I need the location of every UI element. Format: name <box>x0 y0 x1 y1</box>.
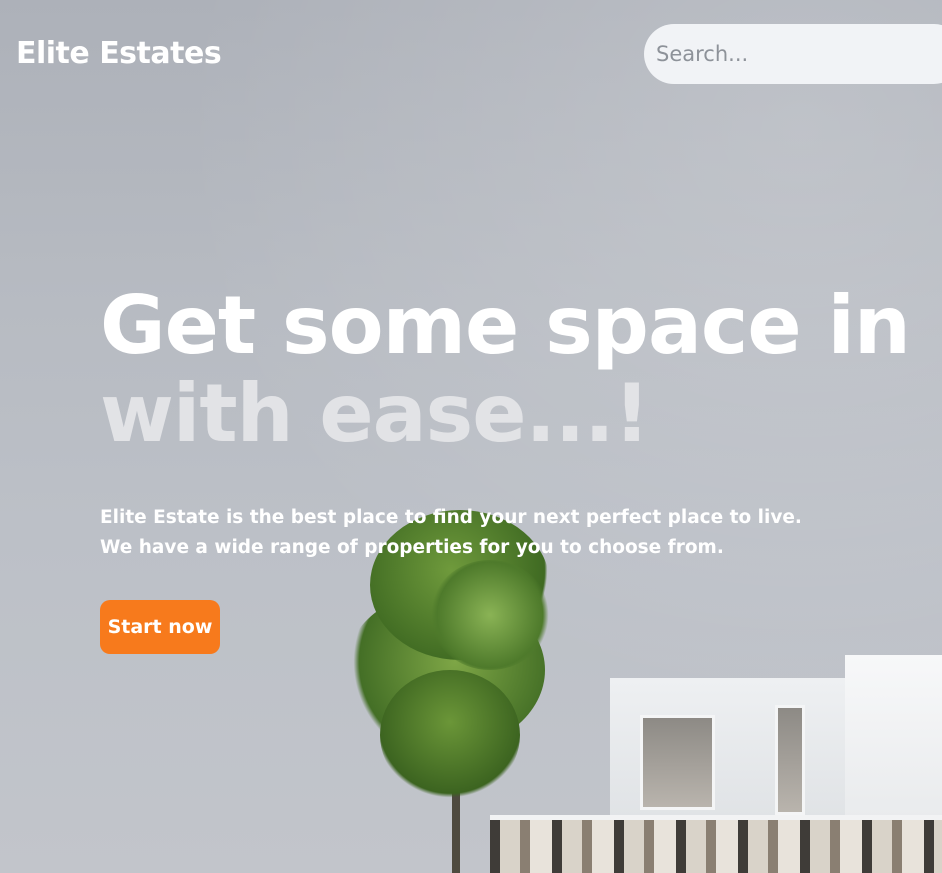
headline-line-1: Get some space in 2 <box>100 279 942 372</box>
description-line-2: We have a wide range of properties for y… <box>100 537 724 558</box>
tree-foliage <box>380 670 520 800</box>
hero-section: Elite Estates Get some space in 2 with e… <box>0 0 942 873</box>
building-block <box>845 655 942 830</box>
description-line-1: Elite Estate is the best place to find y… <box>100 507 802 528</box>
headline-line-2: with ease...! <box>100 367 650 460</box>
search-input[interactable] <box>656 42 936 66</box>
hero-description: Elite Estate is the best place to find y… <box>100 503 802 563</box>
hero-headline: Get some space in 2 with ease...! <box>100 282 942 458</box>
start-now-button[interactable]: Start now <box>100 600 220 654</box>
search-bar[interactable] <box>644 24 942 84</box>
building-window <box>640 715 715 810</box>
building-window <box>775 705 805 815</box>
site-logo[interactable]: Elite Estates <box>16 36 222 71</box>
tree-foliage <box>430 560 550 670</box>
